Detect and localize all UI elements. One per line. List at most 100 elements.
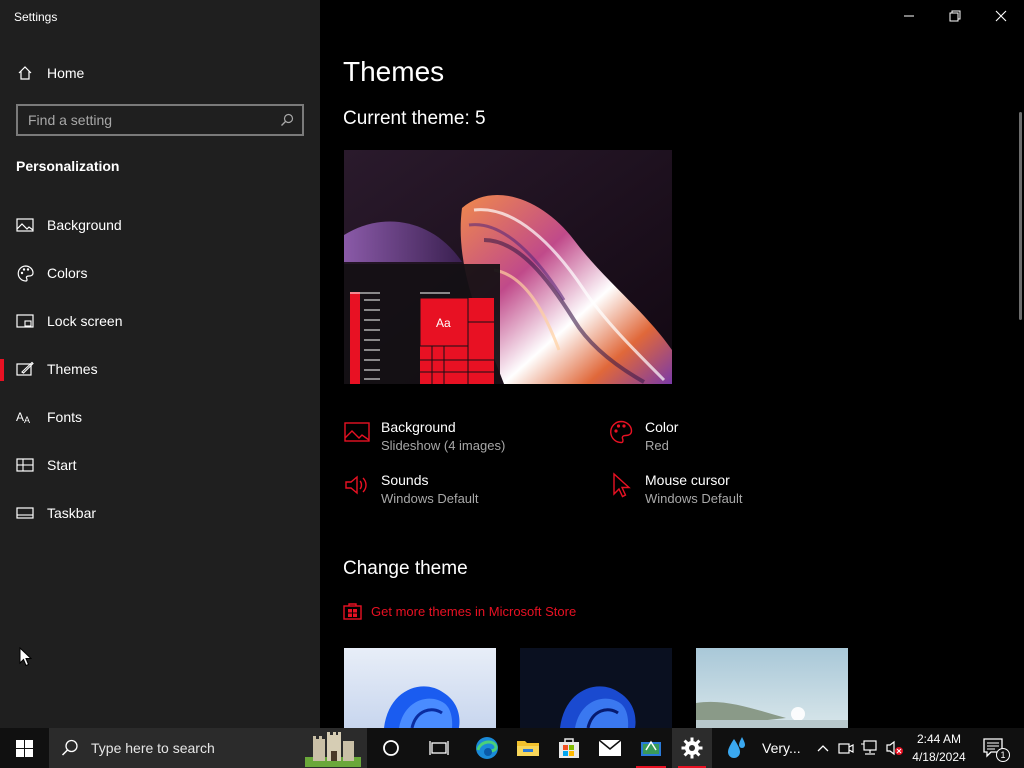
sidebar-item-label: Fonts [47,409,83,425]
attribute-title: Color [645,419,679,435]
content-scrollbar[interactable] [1019,112,1022,320]
store-bag-icon [343,603,362,620]
attribute-value: Windows Default [381,491,479,506]
sidebar-item-lock-screen[interactable]: Lock screen [0,301,320,341]
theme-background-setting[interactable]: Background Slideshow (4 images) [343,418,505,456]
taskbar-search-placeholder: Type here to search [91,740,215,756]
theme-color-setting[interactable]: Color Red [607,418,678,456]
tray-volume[interactable] [884,728,906,768]
attribute-title: Background [381,419,456,435]
windows-logo-icon [15,739,33,757]
picture-icon [16,216,34,234]
tray-meet-now[interactable] [836,728,856,768]
sidebar-item-label: Lock screen [47,313,123,329]
taskbar: Type here to search Very... 2:44 AM 4/18… [0,728,1024,768]
task-view-button[interactable] [416,728,462,768]
sidebar-item-background[interactable]: Background [0,205,320,245]
search-icon [61,739,78,756]
chevron-up-icon [817,745,829,752]
theme-sounds-setting[interactable]: Sounds Windows Default [343,471,479,509]
cursor-icon [607,471,635,499]
windows-bloom-light-image [344,648,496,728]
sidebar-item-label: Colors [47,265,88,281]
sidebar-item-themes[interactable]: Themes [0,349,320,389]
castle-search-highlight-icon [305,732,361,767]
home-nav-item[interactable]: Home [0,53,320,93]
sidebar-item-taskbar[interactable]: Taskbar [0,493,320,533]
sidebar-item-start[interactable]: Start [0,445,320,485]
taskbar-settings[interactable] [672,728,712,768]
change-theme-heading: Change theme [343,558,468,579]
tray-network[interactable] [860,728,880,768]
svg-text:A: A [24,415,30,424]
clock-date: 4/18/2024 [912,750,966,764]
get-more-themes-link[interactable]: Get more themes in Microsoft Store [343,602,576,620]
start-button[interactable] [0,728,48,768]
sidebar-item-label: Taskbar [47,505,97,521]
attribute-value: Windows Default [645,491,743,506]
taskbar-app-pinned[interactable] [630,728,672,768]
taskbar-icon [16,504,34,522]
themes-icon [16,360,34,378]
sidebar: Settings Home Personalization Background… [0,0,320,728]
taskbar-file-explorer[interactable] [506,728,550,768]
cortana-circle-icon [383,740,399,756]
sidebar-item-colors[interactable]: Colors [0,253,320,293]
restore-button[interactable] [932,0,978,32]
action-center-button[interactable]: 1 [978,728,1010,768]
taskbar-search-box[interactable]: Type here to search [49,728,367,768]
minimize-button[interactable] [886,0,932,32]
palette-icon [607,418,635,446]
taskbar-edge[interactable] [464,728,510,768]
weather-widget[interactable]: Very... [726,728,802,768]
current-theme-label: Current theme: 5 [343,108,486,129]
preview-sample-text: Aa [436,316,451,330]
cortana-button[interactable] [368,728,414,768]
taskbar-clock[interactable]: 2:44 AM 4/18/2024 [908,730,970,766]
theme-thumbnail-beach[interactable] [696,648,848,728]
taskbar-microsoft-store[interactable] [548,728,590,768]
theme-thumbnail-windows-light[interactable] [344,648,496,728]
attribute-title: Mouse cursor [645,472,730,488]
notification-count-badge: 1 [996,748,1010,762]
camera-icon [838,743,854,754]
minimize-icon [904,15,914,17]
attribute-title: Sounds [381,472,429,488]
svg-text:A: A [16,410,24,424]
volume-muted-icon [886,740,903,756]
theme-preview-art [344,150,672,384]
sidebar-item-label: Themes [47,361,98,377]
task-view-icon [429,741,449,755]
mail-icon [598,739,622,756]
taskbar-mail[interactable] [588,728,632,768]
home-icon [16,64,34,82]
palette-icon [16,264,34,282]
show-hidden-icons-button[interactable] [812,728,834,768]
mouse-pointer-icon [19,647,32,667]
close-icon [995,10,1007,22]
search-icon[interactable] [272,113,302,127]
gear-icon [681,737,703,759]
store-icon [559,738,579,758]
find-setting-input[interactable] [18,112,272,128]
sidebar-item-label: Start [47,457,77,473]
raindrop-icon [728,737,745,758]
settings-search-box[interactable] [16,104,304,136]
fonts-icon: AA [16,408,34,426]
restore-icon [949,10,961,22]
beach-image [696,648,848,728]
weather-text: Very... [762,740,801,756]
windows-bloom-dark-image [520,648,672,728]
clock-time: 2:44 AM [916,732,962,746]
theme-thumbnail-windows-dark[interactable] [520,648,672,728]
theme-preview: Aa [344,150,672,384]
sidebar-item-fonts[interactable]: AA Fonts [0,397,320,437]
network-icon [861,740,877,755]
speaker-icon [343,471,371,499]
home-label: Home [47,65,85,81]
close-button[interactable] [978,0,1024,32]
theme-mouse-cursor-setting[interactable]: Mouse cursor Windows Default [607,471,743,509]
window-title: Settings [14,10,58,24]
sidebar-item-label: Background [47,217,122,233]
section-header: Personalization [16,158,120,174]
